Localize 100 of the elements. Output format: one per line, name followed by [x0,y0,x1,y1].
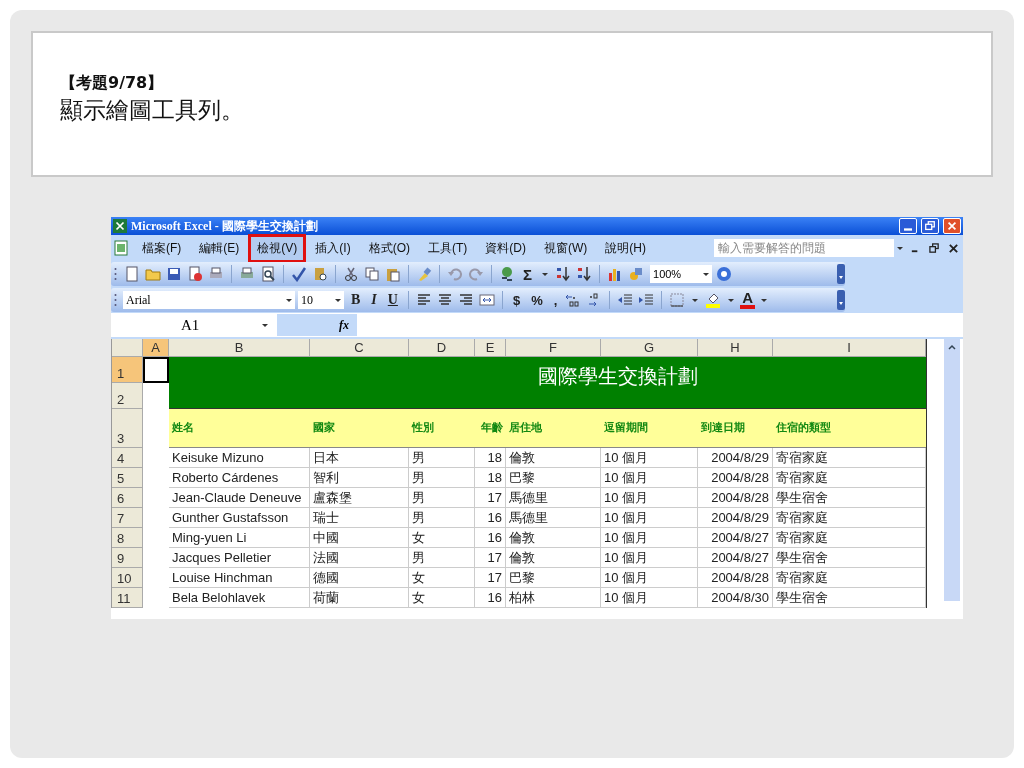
caret-icon[interactable] [760,296,769,304]
increase-indent-icon[interactable] [638,292,655,308]
paste-icon[interactable] [385,266,401,282]
number-format-button[interactable]: % [527,292,547,308]
new-document-icon[interactable] [124,266,140,282]
table-cell: 盧森堡 [310,488,409,508]
menu-item[interactable]: 編輯(E) [190,233,249,263]
table-cell: 女 [409,568,475,588]
align-center-icon[interactable] [436,292,453,308]
copy-icon[interactable] [364,266,380,282]
row-header[interactable]: 1 [112,357,143,383]
row-header[interactable]: 3 [112,409,143,448]
decrease-indent-icon[interactable] [617,292,634,308]
borders-icon[interactable] [669,292,686,308]
number-format-button[interactable]: $ [508,292,525,308]
column-header[interactable]: I [773,339,926,357]
table-cell: 10 個月 [601,488,698,508]
shapes-icon[interactable] [628,266,644,282]
menu-item[interactable]: 檢視(V) [248,233,307,263]
menu-item[interactable]: 說明(H) [596,233,655,263]
text-style-button[interactable]: B [347,292,365,308]
caret-icon[interactable] [896,244,904,252]
table-cell: 學生宿舍 [773,588,926,608]
brush-icon[interactable] [416,266,432,282]
menu-item[interactable]: 插入(I) [306,233,360,263]
vertical-scrollbar[interactable] [944,339,960,601]
column-header[interactable]: F [506,339,601,357]
sort-descending-icon[interactable] [576,266,592,282]
row-header[interactable]: 10 [112,568,143,588]
font-size-dropdown[interactable]: 10 [298,291,344,309]
column-header[interactable]: A [143,339,169,357]
row-header[interactable]: 5 [112,468,143,488]
header-cell: 到達日期 [698,409,773,448]
table-cell: 倫敦 [506,528,601,548]
column-header[interactable]: D [409,339,475,357]
table-cell: 男 [409,548,475,568]
table-cell: Gunther Gustafsson [169,508,310,528]
column-header[interactable]: C [310,339,409,357]
column-header[interactable]: B [169,339,310,357]
menu-item[interactable]: 工具(T) [419,233,477,263]
row-header[interactable]: 11 [112,588,143,608]
menu-item[interactable]: 檔案(F) [133,233,191,263]
text-style-button[interactable]: U [383,292,402,308]
row-header[interactable]: 6 [112,488,143,508]
table-cell: 2004/8/29 [698,508,773,528]
increase-decimal-icon[interactable] [565,292,582,308]
align-left-icon[interactable] [415,292,432,308]
minimize-button[interactable] [899,218,917,234]
name-box[interactable]: A1 [111,314,277,336]
fill-color-icon[interactable] [705,292,722,308]
close-icon[interactable] [948,242,959,254]
restore-button[interactable] [921,218,939,234]
workbook-icon[interactable] [113,240,129,256]
text-style-button[interactable]: I [367,292,381,308]
toolbar-grip-icon[interactable] [114,292,117,308]
row-header[interactable]: 4 [112,448,143,468]
zoom-dropdown[interactable]: 100% [650,265,712,283]
caret-icon[interactable] [691,296,700,304]
help-icon[interactable] [716,266,732,282]
close-button[interactable] [943,218,961,234]
toolbar-grip-icon[interactable] [114,266,117,282]
number-format-button[interactable]: , [549,292,562,308]
help-search-field[interactable]: 輸入需要解答的問題 [714,239,894,257]
table-cell: 男 [409,488,475,508]
menu-item[interactable]: 格式(O) [359,233,419,263]
menu-item[interactable]: 視窗(W) [535,233,597,263]
table-cell: 10 個月 [601,568,698,588]
print-preview-icon[interactable] [260,266,276,282]
row-header[interactable]: 8 [112,528,143,548]
save-icon[interactable] [166,266,182,282]
caret-icon [285,296,293,304]
merge-center-icon[interactable] [478,292,495,308]
caret-icon[interactable] [727,296,736,304]
toolbar-options-button[interactable] [837,290,845,310]
font-color-button[interactable]: A [740,291,756,309]
active-cell[interactable] [143,357,169,383]
column-header[interactable]: G [601,339,698,357]
book-icon[interactable] [312,266,328,282]
autosum-button[interactable]: Σ [519,265,536,283]
sort-ascending-icon[interactable] [555,266,571,282]
menu-item[interactable]: 資料(D) [476,233,535,263]
table-cell: 女 [409,528,475,548]
row-header[interactable]: 2 [112,383,143,409]
permission-icon[interactable] [187,266,203,282]
insert-function-button[interactable]: fx [277,314,357,336]
restore-icon[interactable] [929,242,940,254]
cut-icon[interactable] [343,266,359,282]
font-dropdown[interactable]: Arial [123,291,295,309]
bar-chart-icon[interactable] [607,266,623,282]
caret-icon[interactable] [541,270,549,278]
align-right-icon[interactable] [457,292,474,308]
header-cell: 性別 [409,409,475,448]
column-header[interactable]: H [698,339,773,357]
spelling-icon[interactable] [291,266,307,282]
hyperlink-icon[interactable] [499,266,515,282]
table-cell: Louise Hinchman [169,568,310,588]
column-header[interactable]: E [475,339,506,357]
toolbar-options-button[interactable] [837,264,845,284]
row-header[interactable]: 7 [112,508,143,528]
row-header[interactable]: 9 [112,548,143,568]
